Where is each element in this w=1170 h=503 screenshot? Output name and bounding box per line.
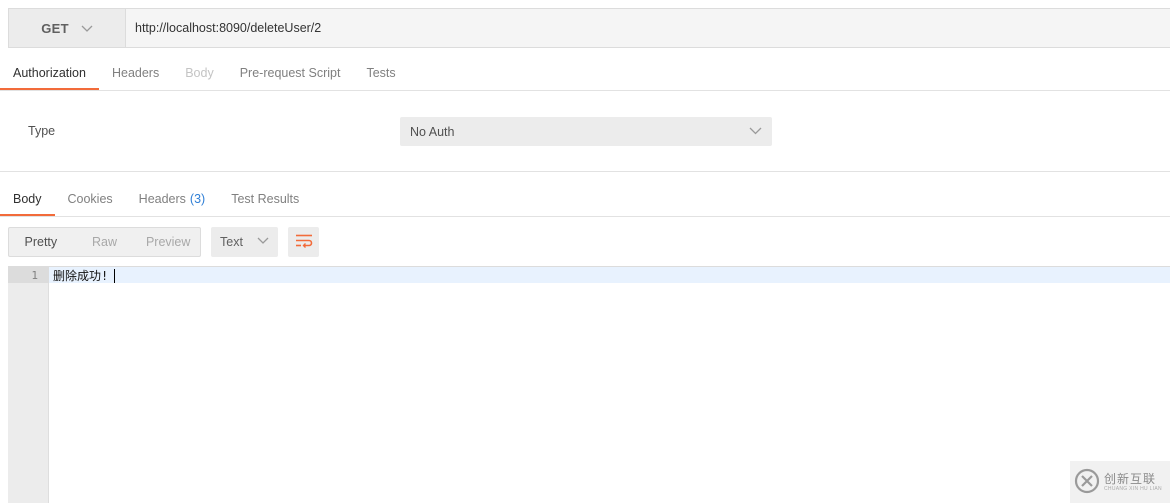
watermark-text: 创新互联: [1104, 471, 1157, 486]
tab-response-headers-label: Headers: [138, 192, 186, 206]
pretty-button[interactable]: Pretty: [9, 228, 73, 256]
auth-type-select[interactable]: No Auth: [400, 117, 772, 146]
line-gutter: [8, 267, 49, 503]
tab-body[interactable]: Body: [172, 55, 227, 91]
format-select[interactable]: Text: [211, 227, 278, 257]
code-line: 删除成功!: [53, 268, 116, 283]
code-line-text: 删除成功!: [53, 269, 109, 283]
chevron-down-icon: [749, 126, 762, 138]
tab-test-results[interactable]: Test Results: [218, 181, 312, 217]
auth-type-value: No Auth: [410, 124, 455, 139]
tab-pre-request-script[interactable]: Pre-request Script: [227, 55, 354, 91]
url-input[interactable]: http://localhost:8090/deleteUser/2: [126, 9, 1170, 47]
tab-authorization[interactable]: Authorization: [0, 55, 99, 91]
tab-tests[interactable]: Tests: [353, 55, 408, 91]
tab-headers[interactable]: Headers: [99, 55, 172, 91]
response-editor[interactable]: 1 删除成功!: [8, 266, 1170, 503]
request-tabs: Authorization Headers Body Pre-request S…: [0, 55, 409, 91]
request-bar: GET http://localhost:8090/deleteUser/2: [8, 8, 1170, 48]
chevron-down-icon: [81, 21, 93, 36]
response-view-toggle: Pretty Raw Preview: [8, 227, 201, 257]
response-tabs: Body Cookies Headers (3) Test Results: [0, 181, 312, 217]
line-number: 1: [31, 269, 38, 282]
auth-type-label: Type: [28, 124, 56, 138]
divider: [0, 171, 1170, 172]
wrap-line-button[interactable]: [288, 227, 319, 257]
divider: [0, 216, 1170, 217]
format-value: Text: [220, 235, 243, 249]
raw-button[interactable]: Raw: [73, 228, 137, 256]
wrap-lines-icon: [295, 234, 313, 251]
chevron-down-icon: [257, 236, 269, 248]
method-label: GET: [41, 20, 69, 36]
watermark-logo-icon: [1074, 468, 1100, 497]
text-cursor: [114, 268, 116, 283]
tab-response-headers[interactable]: Headers (3): [126, 181, 219, 217]
headers-count-badge: (3): [189, 192, 206, 206]
tab-response-body[interactable]: Body: [0, 181, 55, 217]
watermark-subtext: CHUANG XIN HU LIAN: [1104, 485, 1162, 492]
preview-button[interactable]: Preview: [136, 228, 200, 256]
method-select[interactable]: GET: [9, 9, 126, 47]
watermark: 创新互联 CHUANG XIN HU LIAN: [1070, 461, 1170, 503]
active-line-highlight: [49, 267, 1170, 283]
tab-cookies[interactable]: Cookies: [55, 181, 126, 217]
divider: [0, 90, 1170, 91]
